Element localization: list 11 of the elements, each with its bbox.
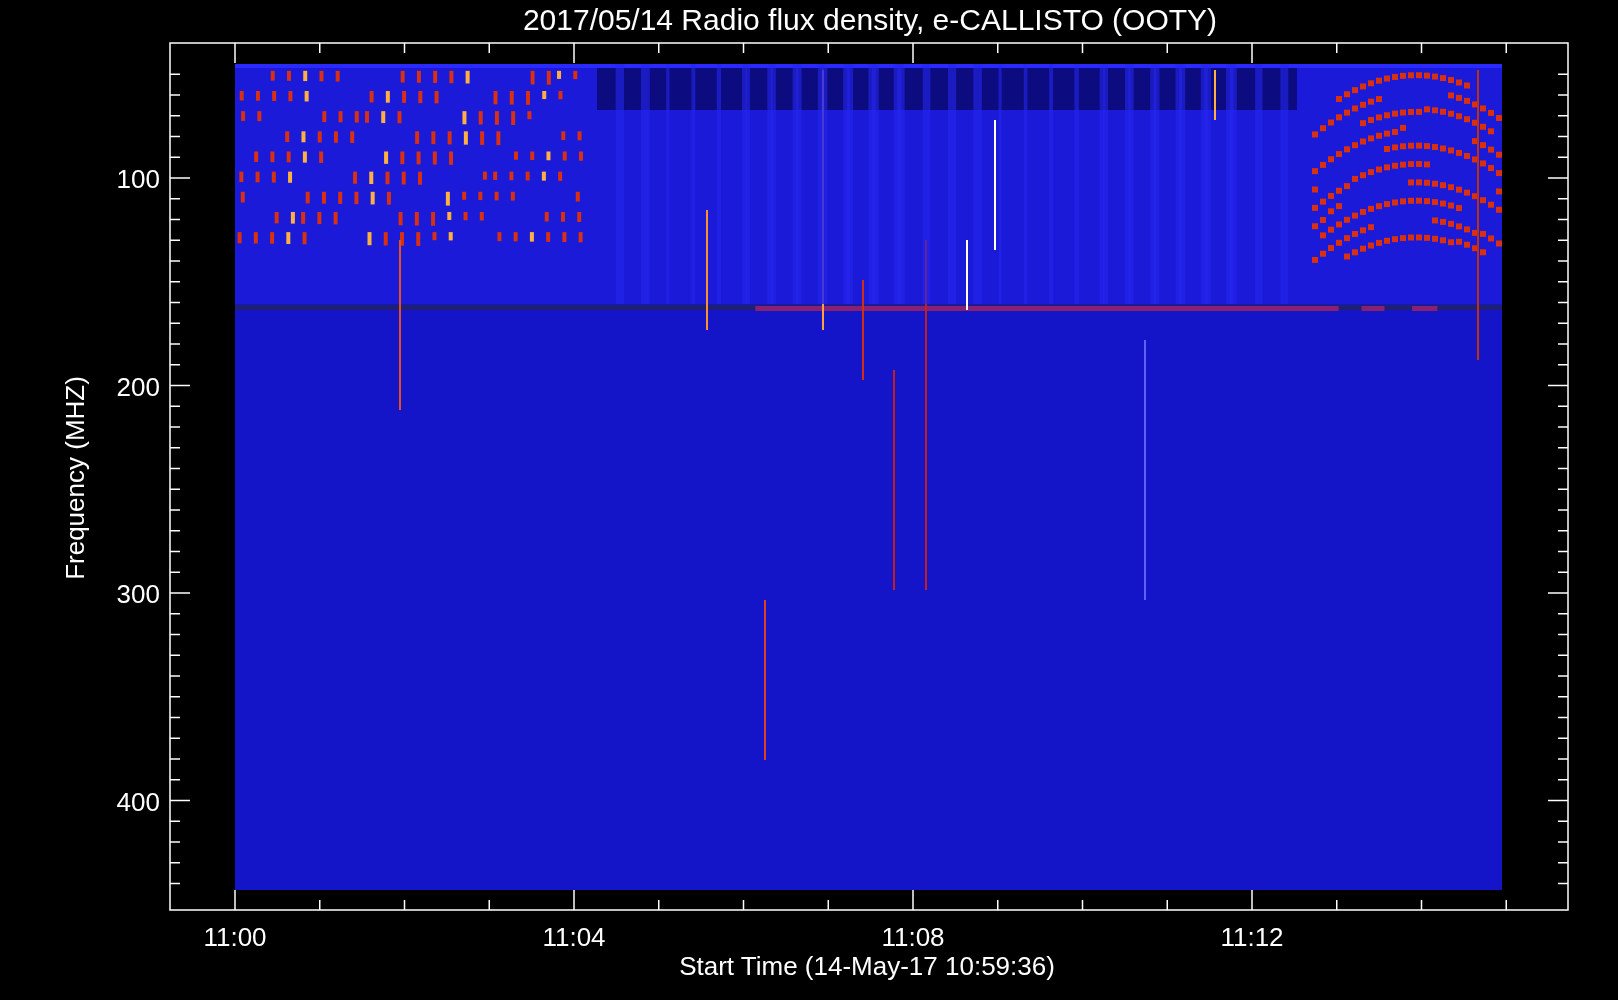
x-tick-label: 11:12 [1220,922,1284,952]
y-tick-label: 300 [116,579,160,609]
y-tick-label: 100 [116,164,160,194]
x-tick-label: 11:00 [203,922,267,952]
y-axis-label: Frequency (MHZ) [60,376,90,580]
x-tick-label: 11:04 [542,922,606,952]
chart-title: 2017/05/14 Radio flux density, e-CALLISTO (OOTY) [522,3,1218,36]
y-tick-label: 400 [116,786,160,817]
x-axis-label: Start Time (14-May-17 10:59:36) [679,951,1055,981]
y-tick-label: 200 [116,371,160,402]
x-tick-label: 11:08 [881,922,945,952]
